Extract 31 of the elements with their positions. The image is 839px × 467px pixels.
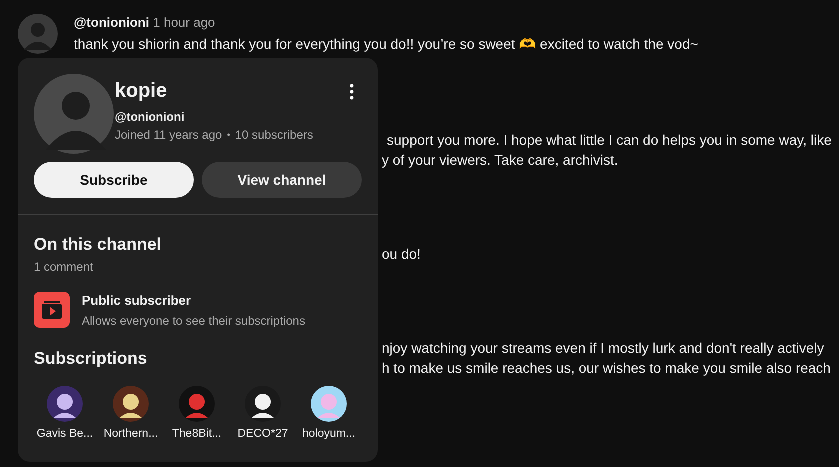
separator-dot: •: [227, 129, 230, 142]
channel-avatar[interactable]: [47, 386, 83, 422]
channel-name: kopie: [115, 79, 168, 104]
subscriptions-icon: [34, 292, 70, 328]
channel-avatar[interactable]: [245, 386, 281, 422]
comment-text: ou do!: [382, 245, 421, 264]
subscribe-button[interactable]: Subscribe: [34, 162, 194, 198]
comment-time[interactable]: 1 hour ago: [153, 15, 216, 30]
more-icon[interactable]: [350, 84, 354, 100]
channel-label[interactable]: holoyum...: [302, 428, 356, 440]
comment-text: h to make us smile reaches us, our wishes to make you smile also reach: [382, 359, 831, 378]
subscriber-count: 10 subscribers: [235, 127, 314, 144]
channel-handle: @tonionioni: [115, 109, 186, 126]
channel-label[interactable]: The8Bit...: [172, 428, 222, 440]
channel-avatar[interactable]: [311, 386, 347, 422]
badge-title: Public subscriber: [82, 292, 192, 308]
section-title: Subscriptions: [34, 348, 148, 370]
comment-author[interactable]: @tonionioni: [74, 15, 150, 30]
channel-label[interactable]: DECO*27: [238, 428, 288, 440]
section-title: On this channel: [34, 234, 163, 256]
channel-avatar[interactable]: [113, 386, 149, 422]
channel-label[interactable]: Northern...: [104, 428, 158, 440]
comment-text: y of your viewers. Take care, archivist.: [382, 151, 620, 170]
comment-text: support you more. I hope what little I can do helps you in some way, like: [387, 131, 832, 150]
comment-text: njoy watching your streams even if I mostly lurk and don't really actively: [382, 339, 826, 358]
view-channel-button[interactable]: View channel: [202, 162, 362, 198]
comment-count: 1 comment: [34, 260, 94, 274]
joined-text: Joined 11 years ago: [115, 127, 222, 144]
badge-description: Allows everyone to see their subscriptions: [82, 314, 306, 328]
channel-label[interactable]: Gavis Be...: [36, 428, 94, 440]
comment-text: thank you shiorin and thank you for everything you do!! you’re so sweet 🫶 excited to watch the vod~: [74, 35, 698, 54]
